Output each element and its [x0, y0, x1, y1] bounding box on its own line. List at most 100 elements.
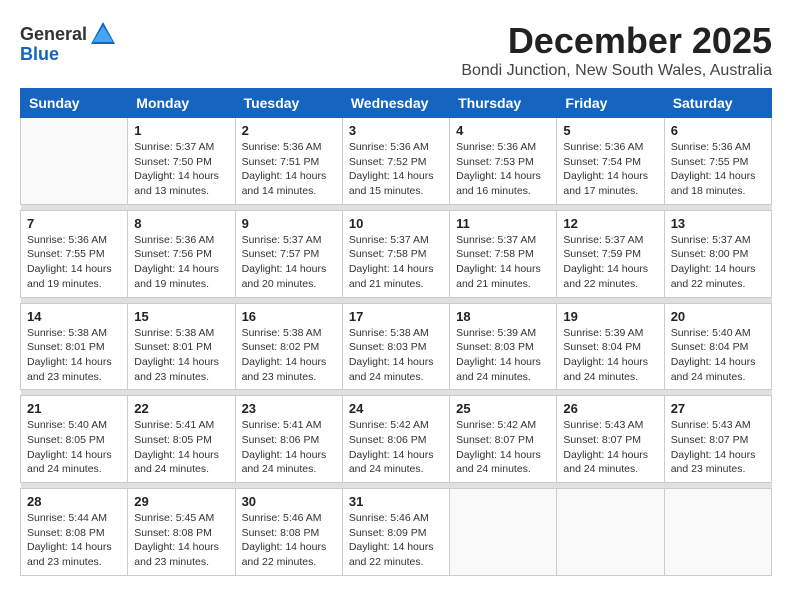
day-info: Sunrise: 5:36 AM Sunset: 7:55 PM Dayligh… — [27, 233, 121, 292]
day-info: Sunrise: 5:41 AM Sunset: 8:06 PM Dayligh… — [242, 418, 336, 477]
calendar-cell: 19 Sunrise: 5:39 AM Sunset: 8:04 PM Dayli… — [557, 303, 664, 390]
day-info: Sunrise: 5:38 AM Sunset: 8:01 PM Dayligh… — [134, 326, 228, 385]
day-number: 24 — [349, 401, 443, 416]
calendar-cell: 26Sunrise: 5:43 AM Sunset: 8:07 PM Dayli… — [557, 396, 664, 483]
day-info: Sunrise: 5:39 AM Sunset: 8:03 PM Dayligh… — [456, 326, 550, 385]
calendar-cell: 3Sunrise: 5:36 AM Sunset: 7:52 PM Daylig… — [342, 118, 449, 205]
title-area: December 2025 Bondi Junction, New South … — [461, 20, 772, 80]
day-number: 1 — [134, 123, 228, 138]
calendar-cell: 13 Sunrise: 5:37 AM Sunset: 8:00 PM Dayli… — [664, 210, 771, 297]
day-info: Sunrise: 5:42 AM Sunset: 8:07 PM Dayligh… — [456, 418, 550, 477]
day-info: Sunrise: 5:37 AM Sunset: 7:58 PM Dayligh… — [349, 233, 443, 292]
day-info: Sunrise: 5:36 AM Sunset: 7:51 PM Dayligh… — [242, 140, 336, 199]
day-number: 19 — [563, 309, 657, 324]
day-number: 8 — [134, 216, 228, 231]
day-info: Sunrise: 5:44 AM Sunset: 8:08 PM Dayligh… — [27, 511, 121, 570]
subtitle: Bondi Junction, New South Wales, Austral… — [461, 62, 772, 80]
day-info: Sunrise: 5:37 AM Sunset: 7:57 PM Dayligh… — [242, 233, 336, 292]
day-info: Sunrise: 5:36 AM Sunset: 7:56 PM Dayligh… — [134, 233, 228, 292]
day-info: Sunrise: 5:43 AM Sunset: 8:07 PM Dayligh… — [671, 418, 765, 477]
calendar-cell: 15 Sunrise: 5:38 AM Sunset: 8:01 PM Dayli… — [128, 303, 235, 390]
calendar-cell: 11Sunrise: 5:37 AM Sunset: 7:58 PM Dayli… — [450, 210, 557, 297]
day-info: Sunrise: 5:38 AM Sunset: 8:01 PM Dayligh… — [27, 326, 121, 385]
day-number: 31 — [349, 494, 443, 509]
day-number: 20 — [671, 309, 765, 324]
calendar-cell — [450, 489, 557, 576]
column-header-friday: Friday — [557, 89, 664, 118]
column-header-wednesday: Wednesday — [342, 89, 449, 118]
day-number: 18 — [456, 309, 550, 324]
calendar-cell: 28 Sunrise: 5:44 AM Sunset: 8:08 PM Dayli… — [21, 489, 128, 576]
calendar-cell: 4 Sunrise: 5:36 AM Sunset: 7:53 PM Daylig… — [450, 118, 557, 205]
day-number: 5 — [563, 123, 657, 138]
day-number: 28 — [27, 494, 121, 509]
calendar-cell — [21, 118, 128, 205]
day-number: 15 — [134, 309, 228, 324]
day-info: Sunrise: 5:40 AM Sunset: 8:04 PM Dayligh… — [671, 326, 765, 385]
calendar-cell: 24Sunrise: 5:42 AM Sunset: 8:06 PM Dayli… — [342, 396, 449, 483]
column-header-saturday: Saturday — [664, 89, 771, 118]
calendar-cell: 30Sunrise: 5:46 AM Sunset: 8:08 PM Dayli… — [235, 489, 342, 576]
day-info: Sunrise: 5:36 AM Sunset: 7:52 PM Dayligh… — [349, 140, 443, 199]
calendar-cell: 12 Sunrise: 5:37 AM Sunset: 7:59 PM Dayli… — [557, 210, 664, 297]
day-number: 4 — [456, 123, 550, 138]
day-number: 6 — [671, 123, 765, 138]
day-number: 23 — [242, 401, 336, 416]
calendar-cell: 27Sunrise: 5:43 AM Sunset: 8:07 PM Dayli… — [664, 396, 771, 483]
calendar-cell: 29Sunrise: 5:45 AM Sunset: 8:08 PM Dayli… — [128, 489, 235, 576]
calendar-cell: 1 Sunrise: 5:37 AM Sunset: 7:50 PM Daylig… — [128, 118, 235, 205]
day-number: 14 — [27, 309, 121, 324]
week-row: 14 Sunrise: 5:38 AM Sunset: 8:01 PM Dayli… — [21, 303, 772, 390]
day-number: 21 — [27, 401, 121, 416]
day-info: Sunrise: 5:36 AM Sunset: 7:55 PM Dayligh… — [671, 140, 765, 199]
calendar-cell: 10 Sunrise: 5:37 AM Sunset: 7:58 PM Dayli… — [342, 210, 449, 297]
day-info: Sunrise: 5:38 AM Sunset: 8:02 PM Dayligh… — [242, 326, 336, 385]
day-info: Sunrise: 5:37 AM Sunset: 7:58 PM Dayligh… — [456, 233, 550, 292]
calendar-cell: 14 Sunrise: 5:38 AM Sunset: 8:01 PM Dayli… — [21, 303, 128, 390]
day-number: 2 — [242, 123, 336, 138]
calendar-cell: 8 Sunrise: 5:36 AM Sunset: 7:56 PM Daylig… — [128, 210, 235, 297]
day-info: Sunrise: 5:46 AM Sunset: 8:09 PM Dayligh… — [349, 511, 443, 570]
day-info: Sunrise: 5:36 AM Sunset: 7:53 PM Dayligh… — [456, 140, 550, 199]
column-header-thursday: Thursday — [450, 89, 557, 118]
day-number: 7 — [27, 216, 121, 231]
column-header-sunday: Sunday — [21, 89, 128, 118]
calendar-cell — [557, 489, 664, 576]
day-info: Sunrise: 5:40 AM Sunset: 8:05 PM Dayligh… — [27, 418, 121, 477]
day-info: Sunrise: 5:41 AM Sunset: 8:05 PM Dayligh… — [134, 418, 228, 477]
column-header-monday: Monday — [128, 89, 235, 118]
day-number: 22 — [134, 401, 228, 416]
week-row: 1 Sunrise: 5:37 AM Sunset: 7:50 PM Daylig… — [21, 118, 772, 205]
day-info: Sunrise: 5:38 AM Sunset: 8:03 PM Dayligh… — [349, 326, 443, 385]
day-info: Sunrise: 5:39 AM Sunset: 8:04 PM Dayligh… — [563, 326, 657, 385]
calendar-cell: 16Sunrise: 5:38 AM Sunset: 8:02 PM Dayli… — [235, 303, 342, 390]
day-number: 10 — [349, 216, 443, 231]
week-row: 7 Sunrise: 5:36 AM Sunset: 7:55 PM Daylig… — [21, 210, 772, 297]
week-row: 21 Sunrise: 5:40 AM Sunset: 8:05 PM Dayli… — [21, 396, 772, 483]
logo-icon — [89, 20, 117, 48]
calendar-cell: 2 Sunrise: 5:36 AM Sunset: 7:51 PM Daylig… — [235, 118, 342, 205]
day-info: Sunrise: 5:37 AM Sunset: 7:50 PM Dayligh… — [134, 140, 228, 199]
column-header-tuesday: Tuesday — [235, 89, 342, 118]
day-info: Sunrise: 5:37 AM Sunset: 8:00 PM Dayligh… — [671, 233, 765, 292]
day-info: Sunrise: 5:45 AM Sunset: 8:08 PM Dayligh… — [134, 511, 228, 570]
calendar-cell: 5 Sunrise: 5:36 AM Sunset: 7:54 PM Daylig… — [557, 118, 664, 205]
calendar-cell: 17Sunrise: 5:38 AM Sunset: 8:03 PM Dayli… — [342, 303, 449, 390]
calendar-cell: 18 Sunrise: 5:39 AM Sunset: 8:03 PM Dayli… — [450, 303, 557, 390]
week-row: 28 Sunrise: 5:44 AM Sunset: 8:08 PM Dayli… — [21, 489, 772, 576]
day-number: 12 — [563, 216, 657, 231]
page-header: General Blue December 2025 Bondi Junctio… — [20, 20, 772, 80]
calendar-cell: 23 Sunrise: 5:41 AM Sunset: 8:06 PM Dayli… — [235, 396, 342, 483]
calendar-cell — [664, 489, 771, 576]
day-number: 13 — [671, 216, 765, 231]
calendar-cell: 20 Sunrise: 5:40 AM Sunset: 8:04 PM Dayli… — [664, 303, 771, 390]
logo: General Blue — [20, 20, 117, 65]
day-info: Sunrise: 5:36 AM Sunset: 7:54 PM Dayligh… — [563, 140, 657, 199]
logo-general: General — [20, 24, 87, 45]
day-number: 30 — [242, 494, 336, 509]
day-info: Sunrise: 5:43 AM Sunset: 8:07 PM Dayligh… — [563, 418, 657, 477]
day-info: Sunrise: 5:37 AM Sunset: 7:59 PM Dayligh… — [563, 233, 657, 292]
logo-blue: Blue — [20, 44, 59, 65]
main-title: December 2025 — [461, 20, 772, 62]
calendar-cell: 22 Sunrise: 5:41 AM Sunset: 8:05 PM Dayli… — [128, 396, 235, 483]
